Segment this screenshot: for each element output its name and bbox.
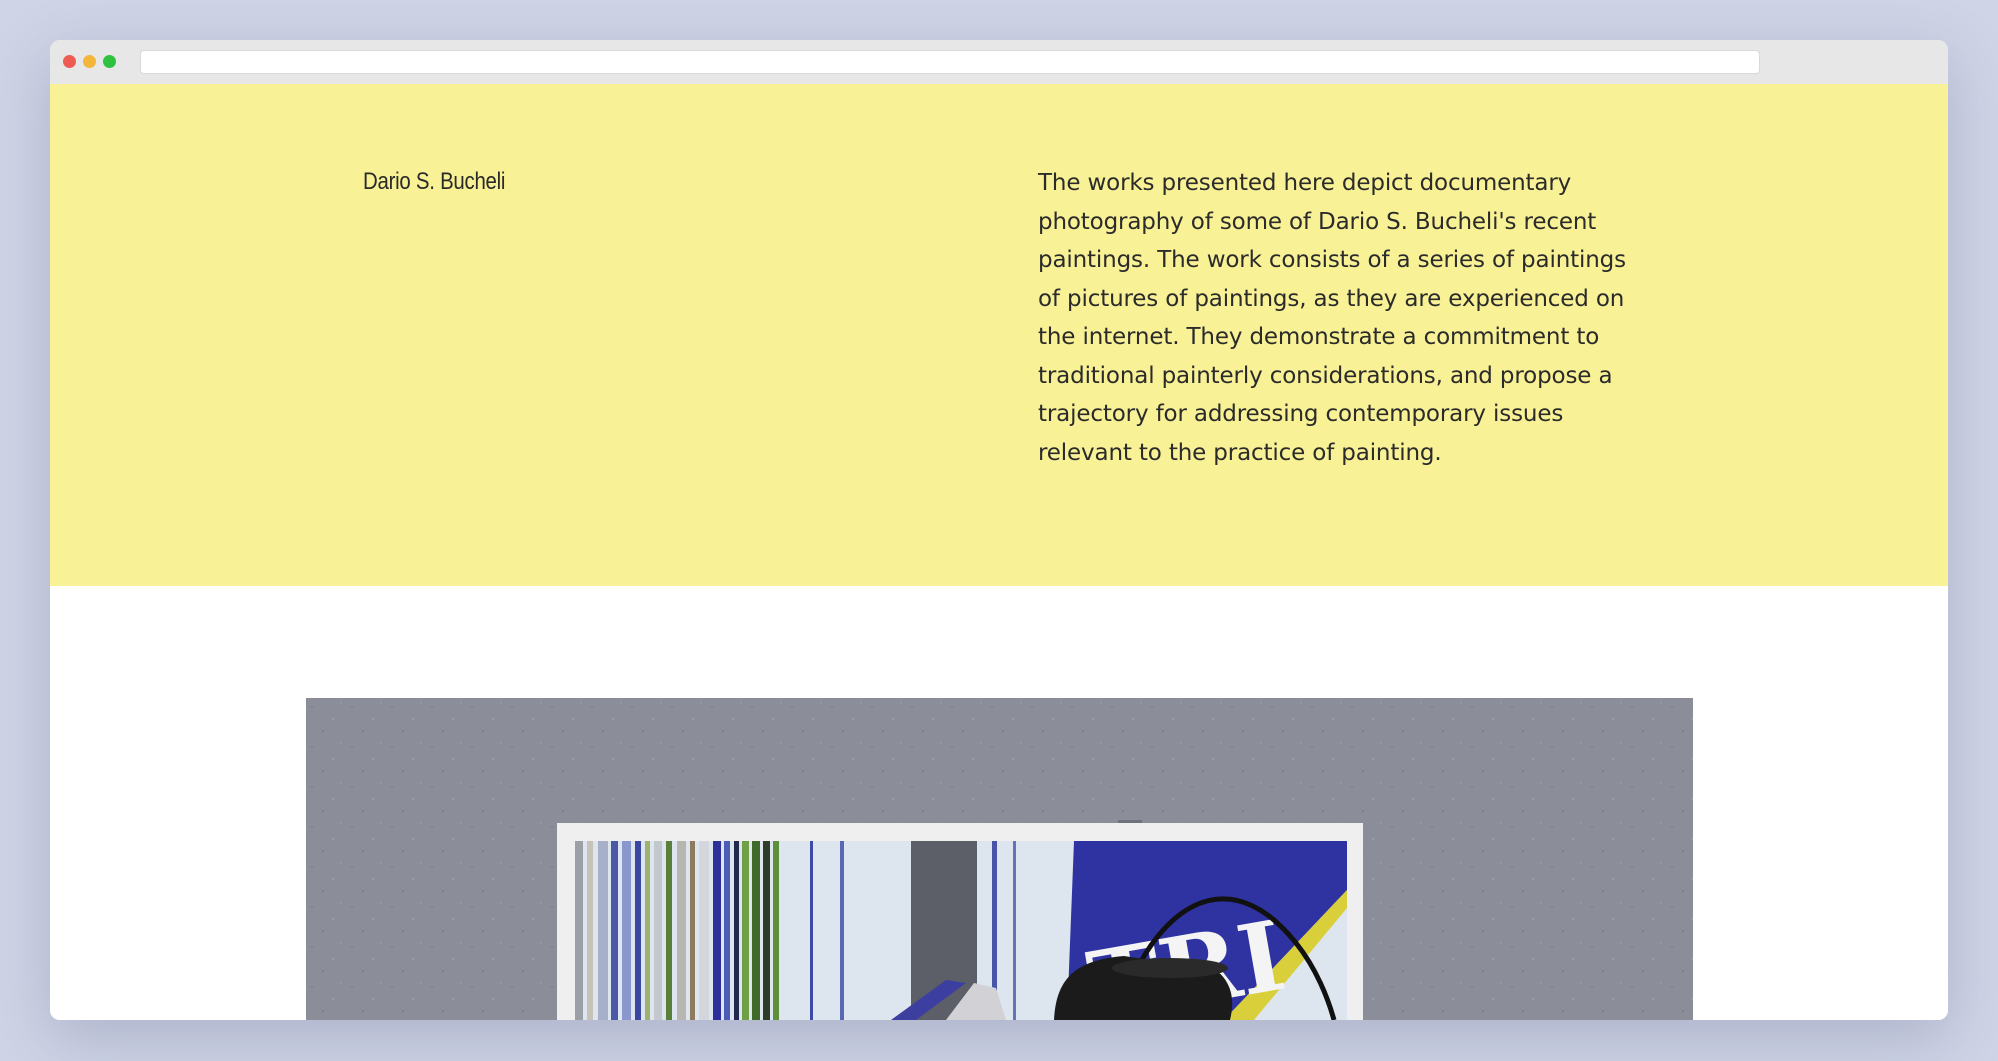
stripe (840, 841, 844, 1020)
stripe (611, 841, 618, 1020)
maximize-window-button[interactable] (103, 55, 116, 68)
stripe (645, 841, 650, 1020)
stripe (575, 841, 583, 1020)
stripe (810, 841, 813, 1020)
stripe (742, 841, 749, 1020)
close-window-button[interactable] (63, 55, 76, 68)
browser-titlebar (50, 40, 1948, 84)
stripe (654, 841, 662, 1020)
minimize-window-button[interactable] (83, 55, 96, 68)
stripe (734, 841, 739, 1020)
stripe (587, 841, 593, 1020)
stripe (635, 841, 641, 1020)
stripe (677, 841, 686, 1020)
artist-statement: The works presented here depict document… (1038, 170, 1626, 466)
stripe (666, 841, 672, 1020)
lamp-rim (1112, 958, 1228, 978)
stripe (598, 841, 608, 1020)
stripe (699, 841, 709, 1020)
artwork-photo[interactable]: TRI (306, 698, 1693, 1020)
stripe (713, 841, 721, 1020)
stripe (724, 841, 730, 1020)
address-bar[interactable] (140, 50, 1760, 74)
stripe (690, 841, 695, 1020)
artist-name: Dario S. Bucheli (363, 168, 506, 195)
stripe (773, 841, 779, 1020)
gallery-section: TRI (50, 586, 1948, 1020)
hero-section: Dario S. Bucheli The works presented her… (50, 84, 1948, 586)
stripe (622, 841, 631, 1020)
artwork-image: TRI (306, 698, 1693, 1020)
stripe (752, 841, 760, 1020)
browser-window: Dario S. Bucheli The works presented her… (50, 40, 1948, 1020)
stripe (763, 841, 770, 1020)
stripe (1013, 841, 1016, 1020)
